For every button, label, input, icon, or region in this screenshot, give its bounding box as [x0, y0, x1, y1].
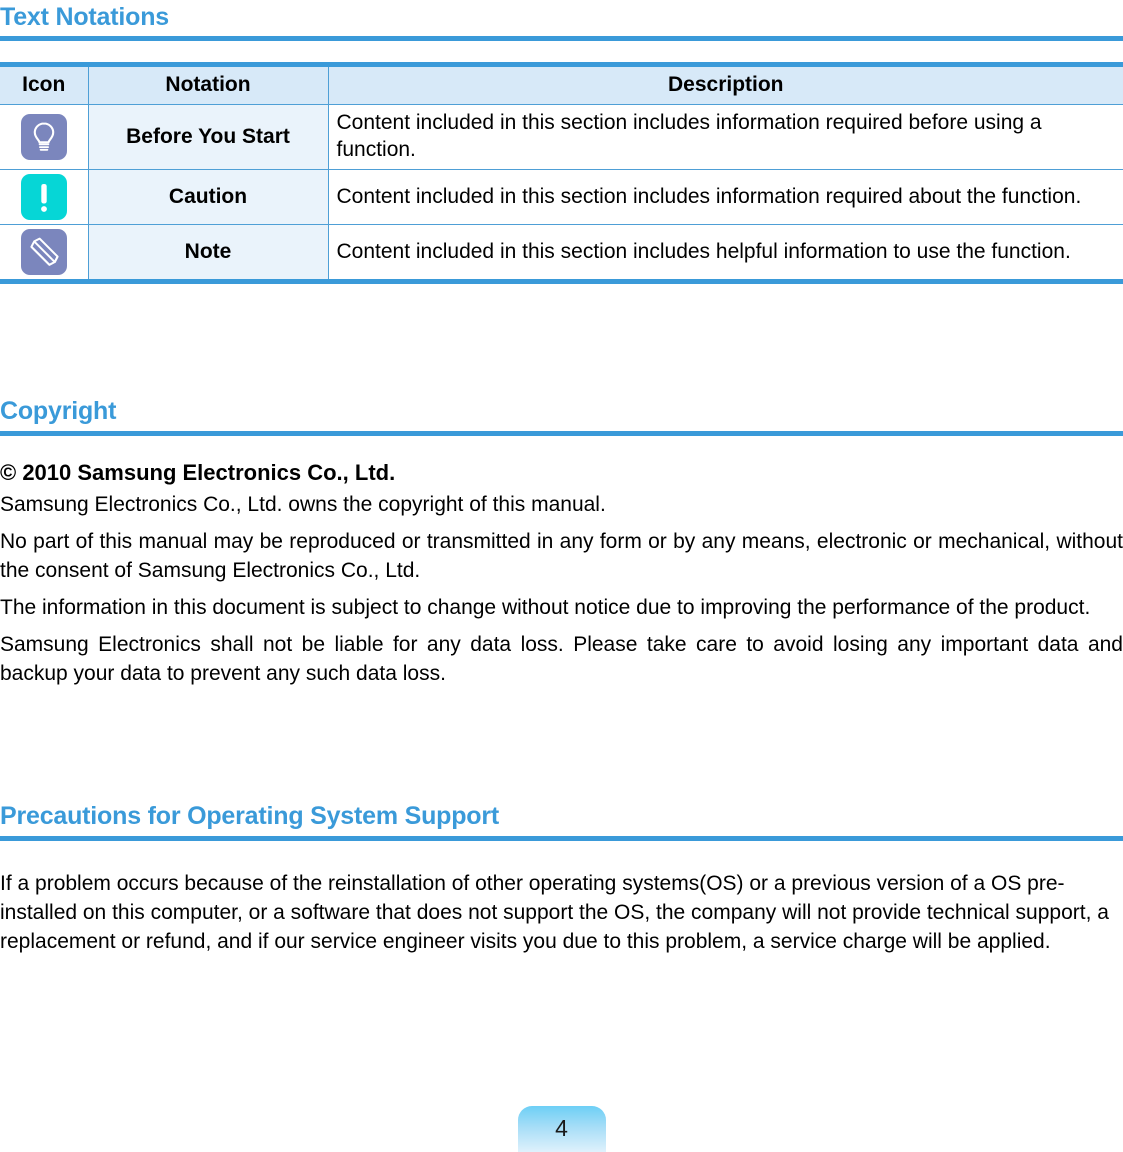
page-number-badge: 4 [517, 1106, 606, 1152]
icon-cell [0, 224, 89, 282]
column-header-description: Description [328, 64, 1123, 105]
precautions-section-header: Precautions for Operating System Support [0, 801, 1123, 841]
page-title: Text Notations [0, 3, 169, 31]
icon-cell [0, 104, 89, 170]
copyright-paragraph: Samsung Electronics Co., Ltd. owns the c… [0, 493, 606, 516]
column-header-notation: Notation [88, 64, 329, 105]
precautions-body: If a problem occurs because of the reins… [0, 869, 1123, 956]
page-footer: 4 [0, 1096, 1123, 1152]
exclamation-icon [20, 174, 67, 220]
copyright-section-header: Copyright [0, 396, 1123, 436]
precautions-heading: Precautions for Operating System Support [0, 802, 500, 830]
copyright-notice: © 2010 Samsung Electronics Co., Ltd. [0, 460, 396, 485]
heading-divider [0, 836, 1123, 841]
text-notations-table: Icon Notation Description Before You Sta… [0, 62, 1123, 284]
text-notations-section-header: Text Notations [0, 2, 1123, 41]
icon-cell [0, 169, 89, 225]
notation-description: Content included in this section include… [328, 224, 1123, 282]
lightbulb-icon [20, 114, 67, 160]
precautions-paragraph: If a problem occurs because of the reins… [0, 872, 1109, 953]
table-header-row: Icon Notation Description [0, 64, 1123, 105]
copyright-paragraph: Samsung Electronics shall not be liable … [0, 633, 1123, 685]
copyright-paragraph: No part of this manual may be reproduced… [0, 530, 1123, 582]
column-header-icon: Icon [0, 64, 89, 105]
table-row: Before You Start Content included in thi… [0, 104, 1123, 170]
copyright-heading: Copyright [0, 397, 117, 425]
heading-divider [0, 36, 1123, 41]
table-row: Note Content included in this section in… [0, 224, 1123, 282]
pencil-icon [20, 229, 67, 275]
table-row: Caution Content included in this section… [0, 169, 1123, 225]
notation-label: Before You Start [88, 104, 329, 170]
copyright-paragraph: The information in this document is subj… [0, 596, 1091, 619]
notation-label: Note [88, 224, 329, 282]
notation-label: Caution [88, 169, 329, 225]
notation-description: Content included in this section include… [328, 169, 1123, 225]
copyright-body: © 2010 Samsung Electronics Co., Ltd. Sam… [0, 458, 1123, 688]
manual-page: Text Notations Icon Notation Description [0, 0, 1123, 1152]
heading-divider [0, 431, 1123, 436]
notation-description: Content included in this section include… [328, 104, 1123, 170]
